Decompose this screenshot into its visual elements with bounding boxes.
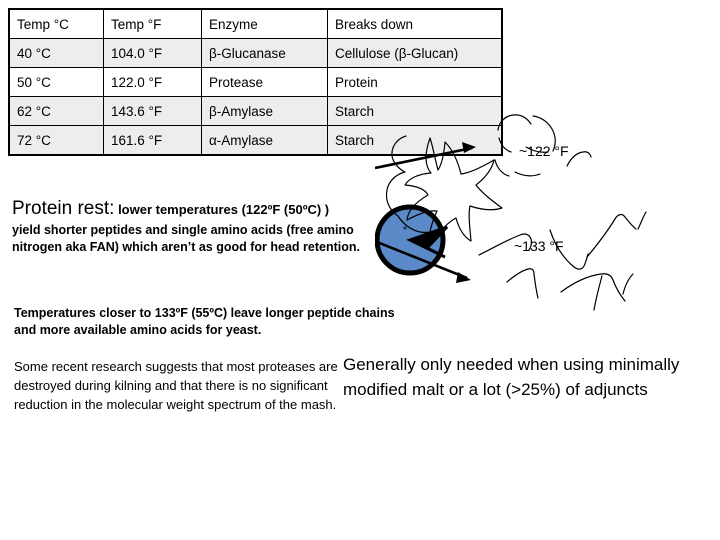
protein-rest-lead: lower temperatures (122ºF (50ºC) ) xyxy=(118,202,330,217)
label-133f: ~133 °F xyxy=(514,238,564,254)
cell-enzyme: β-Amylase xyxy=(201,96,328,126)
cell-enzyme: Protease xyxy=(201,67,328,97)
table-header-row: Temp °C Temp °F Enzyme Breaks down xyxy=(8,8,503,39)
cell-enzyme: β-Glucanase xyxy=(201,38,328,68)
slide-canvas: Temp °C Temp °F Enzyme Breaks down 40 °C… xyxy=(0,0,720,540)
cell-temp-c: 50 °C xyxy=(8,67,104,97)
protein-rest-heading: Protein rest: xyxy=(12,198,115,219)
table-row: 50 °C 122.0 °F Protease Protein xyxy=(8,67,503,97)
cell-breaks-down: Protein xyxy=(327,67,503,97)
cell-enzyme: α-Amylase xyxy=(201,125,328,156)
cell-temp-c: 72 °C xyxy=(8,125,104,156)
cell-temp-f: 143.6 °F xyxy=(103,96,202,126)
research-note-textblock: Some recent research suggests that most … xyxy=(14,359,338,412)
protein-rest-textblock: Protein rest: lower temperatures (122ºF … xyxy=(12,197,387,255)
column-header-temp-f: Temp °F xyxy=(103,8,202,39)
column-header-breaks-down: Breaks down xyxy=(327,8,503,39)
table-row: 40 °C 104.0 °F β-Glucanase Cellulose (β-… xyxy=(8,38,503,68)
cell-breaks-down: Cellulose (β-Glucan) xyxy=(327,38,503,68)
cell-temp-c: 40 °C xyxy=(8,38,104,68)
cell-temp-f: 104.0 °F xyxy=(103,38,202,68)
protein-rest-body: yield shorter peptides and single amino … xyxy=(12,223,360,254)
column-header-temp-c: Temp °C xyxy=(8,8,104,39)
column-header-enzyme: Enzyme xyxy=(201,8,328,39)
temperature-note-textblock: Temperatures closer to 133ºF (55ºC) leav… xyxy=(14,306,395,337)
label-122f: ~122 °F xyxy=(519,143,569,159)
long-peptide-chains-icon xyxy=(478,211,647,311)
cell-temp-c: 62 °C xyxy=(8,96,104,126)
cell-temp-f: 122.0 °F xyxy=(103,67,202,97)
arrow-122f xyxy=(375,142,476,170)
cell-temp-f: 161.6 °F xyxy=(103,125,202,156)
adjunct-note-textblock: Generally only needed when using minimal… xyxy=(343,355,680,399)
